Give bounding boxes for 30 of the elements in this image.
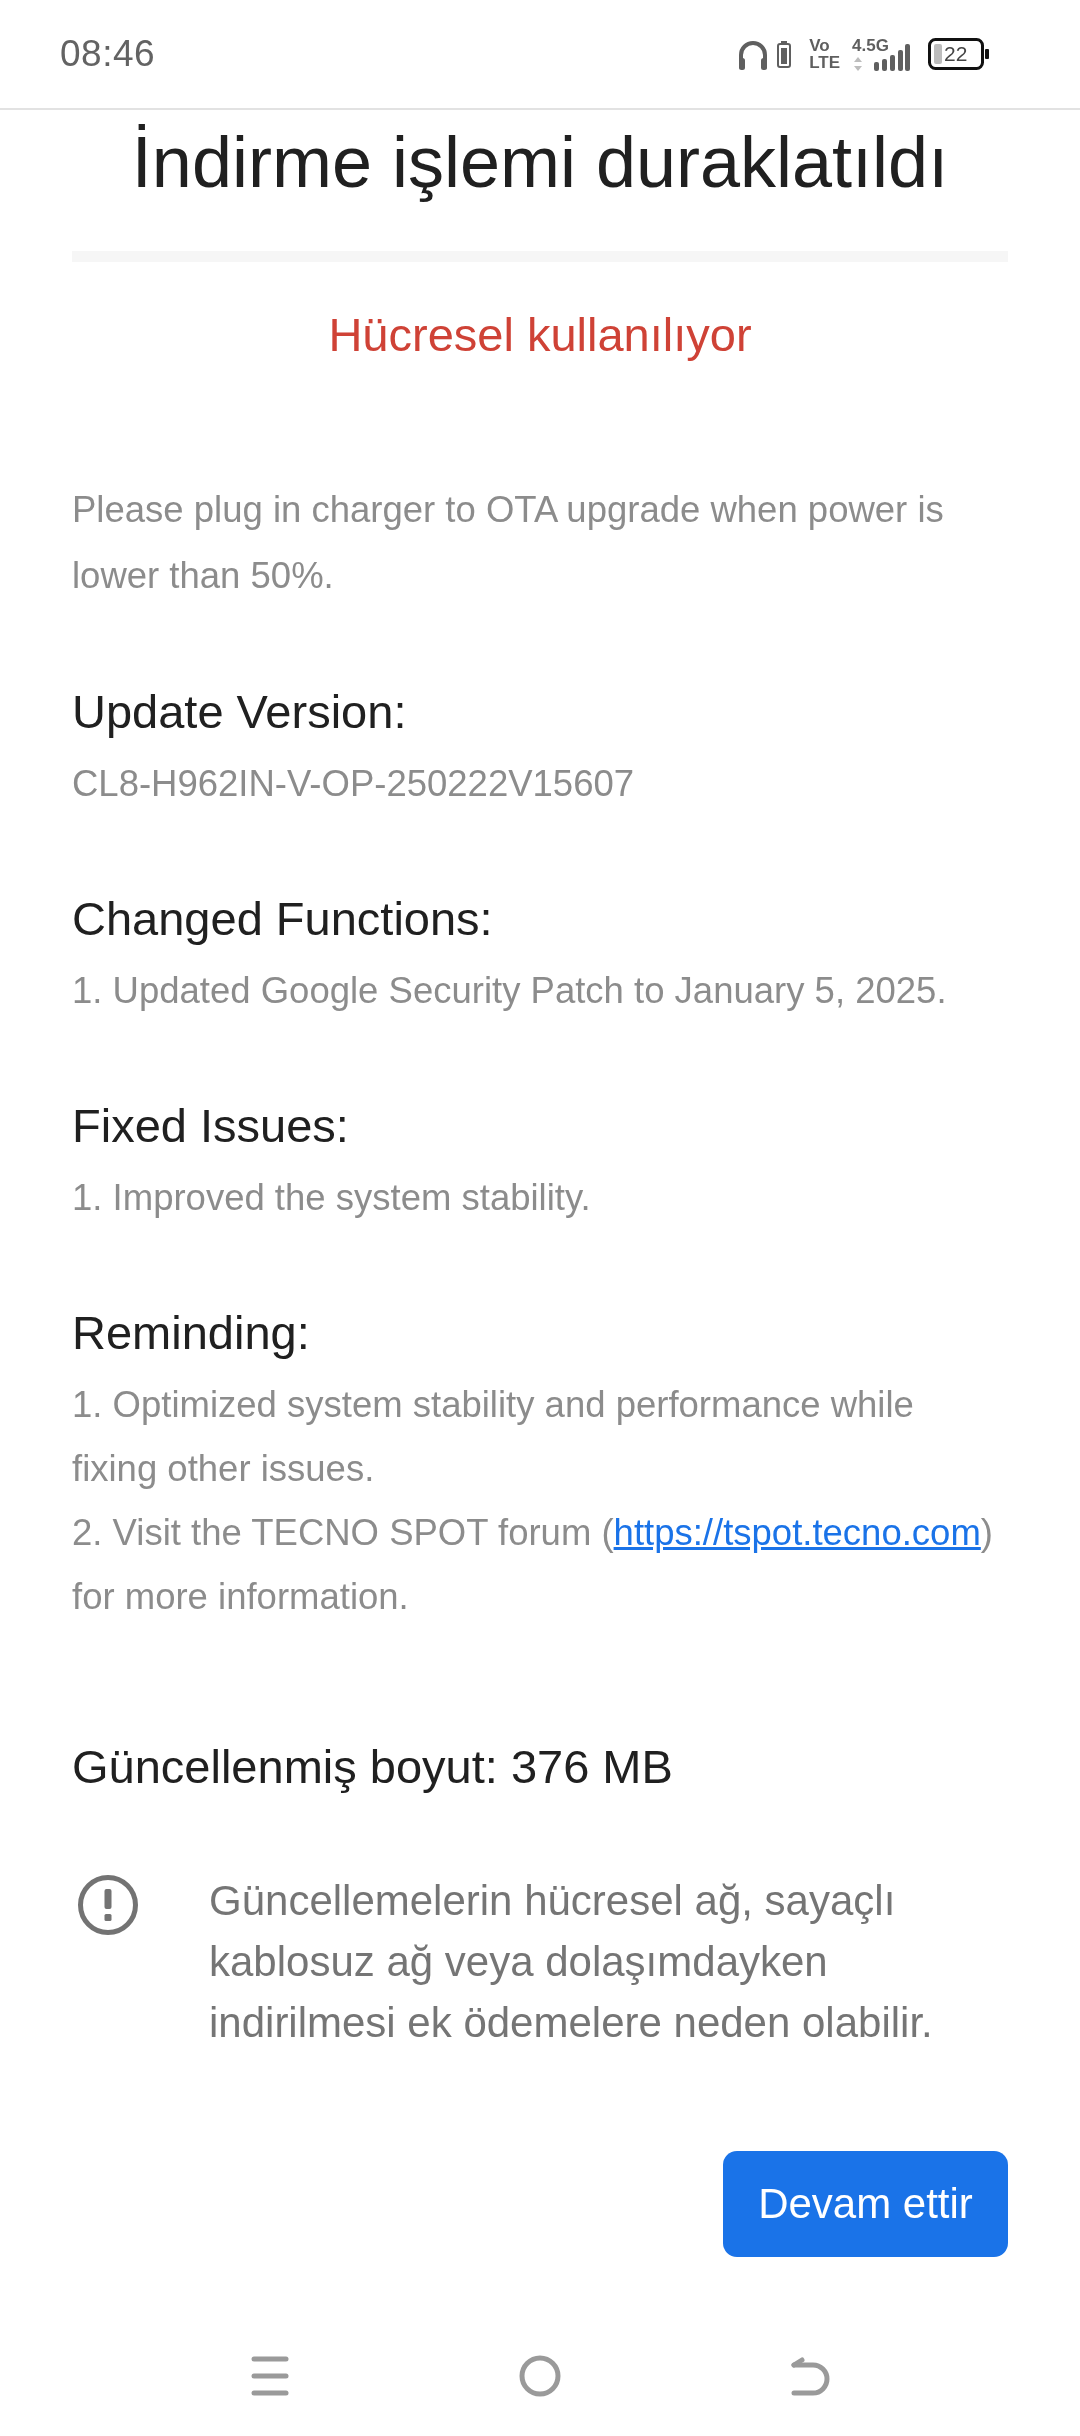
section-text: 1. Optimized system stability and performance while fixing other issues. <box>72 1383 915 1491</box>
section-heading: Update Version: <box>72 684 408 740</box>
home-circle-icon <box>519 2355 561 2397</box>
earbud-battery-icon <box>777 40 792 68</box>
section-text: CL8-H962IN-V-OP-250222V15607 <box>72 762 636 806</box>
section-text: 1. Updated Google Security Patch to January 5, 2025. <box>72 969 948 1013</box>
home-button[interactable] <box>518 2354 562 2398</box>
battery-percentage: 22 <box>944 43 968 65</box>
section-heading: Changed Functions: <box>72 891 494 947</box>
connection-status: Hücresel kullanılıyor <box>327 307 753 363</box>
charger-notice: Please plug in charger to OTA upgrade when power is lower than 50%. <box>72 488 945 598</box>
battery-icon <box>928 38 990 70</box>
data-arrows-icon <box>854 57 862 71</box>
volte-label: Vo <box>809 37 830 54</box>
network-type-label: 4.5G <box>852 37 890 54</box>
status-time: 08:46 <box>60 33 156 75</box>
back-button[interactable] <box>788 2354 832 2398</box>
charges-warning: Güncellemelerin hücresel ağ, sayaçlı kablosuz ağ veya dolaşımdayken indirilmesi ek ödemelere neden olabilir. <box>209 1876 934 2048</box>
update-size: Güncellenmiş boyut: 376 MB <box>72 1739 674 1795</box>
back-icon <box>790 2355 830 2397</box>
section-text: 1. Improved the system stability. <box>72 1176 592 1220</box>
dialog-title: İndirme işlemi duraklatıldı <box>130 121 950 204</box>
section-heading: Reminding: <box>72 1305 311 1361</box>
section-heading: Fixed Issues: <box>72 1098 350 1154</box>
warning-icon <box>77 1874 139 1936</box>
continue-button[interactable]: Devam ettir <box>723 2151 1008 2257</box>
volte-label: LTE <box>809 54 840 71</box>
forum-link[interactable]: https://tspot.tecno.com <box>613 1512 981 1553</box>
section-text: 2. Visit the TECNO SPOT forum (https://tspot.tecno.com) for more information. <box>72 1511 994 1619</box>
menu-icon <box>251 2356 289 2396</box>
